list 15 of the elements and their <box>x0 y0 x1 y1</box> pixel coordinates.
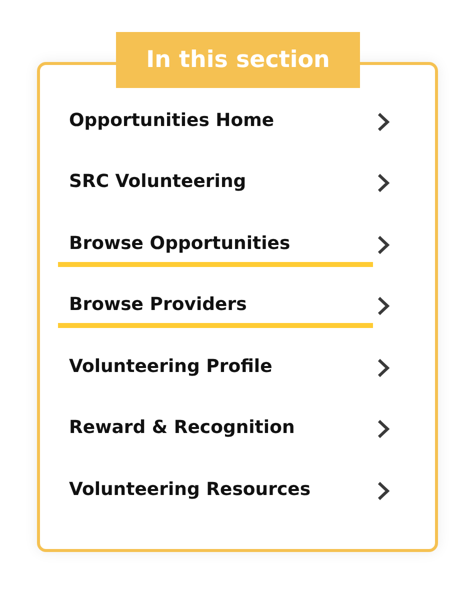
chevron-right-icon <box>377 173 390 194</box>
chevron-right-icon <box>377 480 390 501</box>
chevron-right-icon <box>377 234 390 255</box>
nav-link[interactable]: Volunteering Profile <box>58 346 373 390</box>
nav-link[interactable]: Browse Opportunities <box>58 222 373 267</box>
nav-link[interactable]: Volunteering Resources <box>58 468 373 513</box>
chevron-right-icon <box>377 296 390 316</box>
nav-link[interactable]: SRC Volunteering <box>58 161 373 206</box>
chevron-right-icon <box>377 358 390 378</box>
chevron-right-icon <box>377 419 390 440</box>
section-heading: In this section <box>116 32 360 88</box>
nav-link[interactable]: Opportunities Home <box>58 100 373 144</box>
nav-link[interactable]: Reward & Recognition <box>58 407 373 452</box>
nav-link[interactable]: Browse Providers <box>58 284 373 328</box>
chevron-right-icon <box>377 112 390 132</box>
